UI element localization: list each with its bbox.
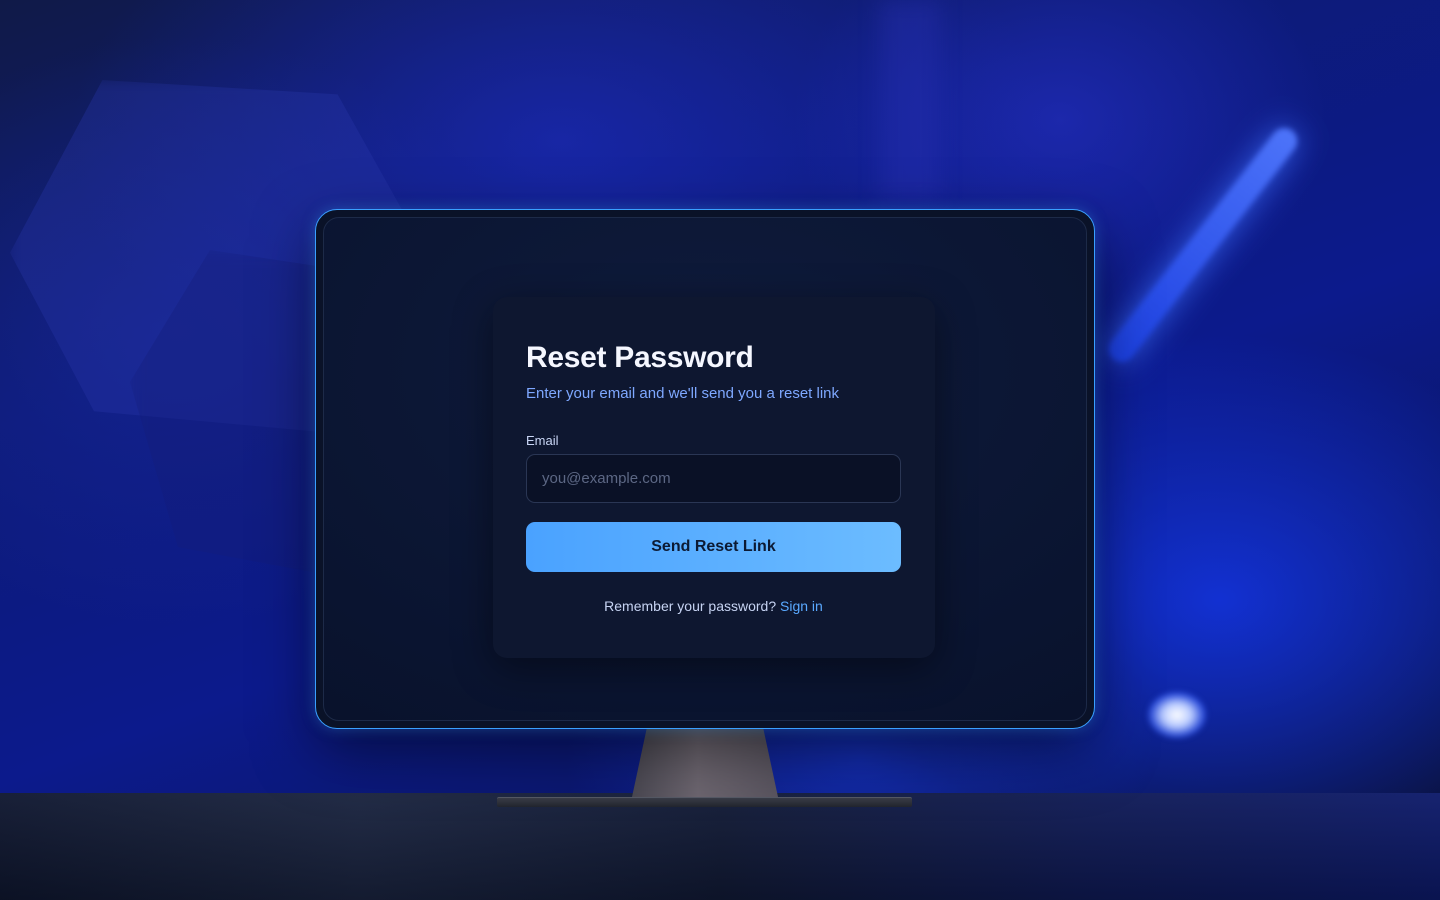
signin-prompt: Remember your password? Sign in [526,598,901,614]
reset-password-card: Reset Password Enter your email and we'l… [493,297,935,658]
signin-prompt-text: Remember your password? [604,598,781,614]
monitor-stand-base [497,797,912,807]
monitor-stand-neck [632,729,778,797]
page-title: Reset Password [526,341,754,374]
email-field[interactable] [526,454,901,503]
send-reset-link-button[interactable]: Send Reset Link [526,522,901,572]
monitor-screen: Reset Password Enter your email and we'l… [323,217,1087,721]
signin-link[interactable]: Sign in [780,598,823,614]
background-pillar [880,0,940,200]
background-light-orb [1148,692,1206,738]
monitor-frame: Reset Password Enter your email and we'l… [315,209,1095,729]
background-light-stick [1103,122,1303,368]
email-label: Email [526,433,559,448]
page-subtitle: Enter your email and we'll send you a re… [526,385,840,402]
background-desk-surface [0,793,1440,900]
